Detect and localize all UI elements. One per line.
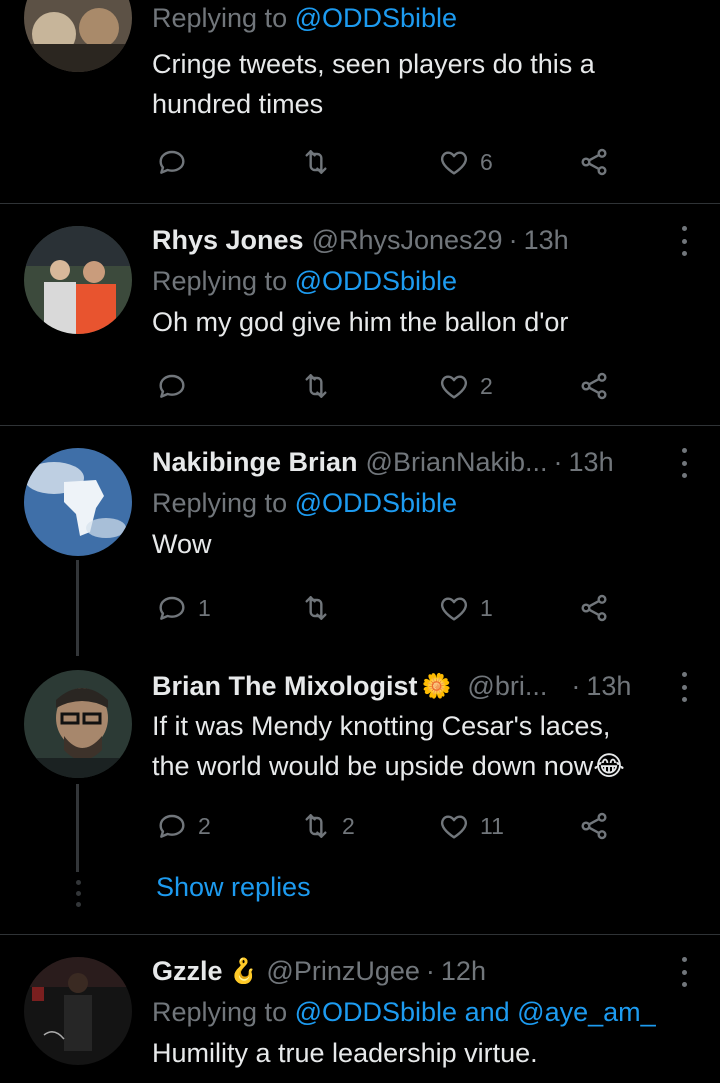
reply-button[interactable] bbox=[156, 142, 188, 182]
thread-line bbox=[76, 784, 79, 872]
avatar[interactable] bbox=[24, 957, 132, 1065]
tweet-header: Gzzle 🪝 @PrinzUgee · 12h bbox=[152, 951, 680, 991]
display-name[interactable]: Nakibinge Brian bbox=[152, 447, 358, 478]
tweet-header: Rhys Jones @RhysJones29 · 13h bbox=[152, 220, 680, 260]
share-icon bbox=[578, 146, 610, 178]
like-button[interactable]: 6 bbox=[438, 142, 493, 182]
more-icon[interactable] bbox=[674, 957, 694, 987]
reply-button[interactable]: 2 bbox=[156, 806, 211, 846]
retweet-button[interactable]: 2 bbox=[300, 806, 355, 846]
thread-ellipsis bbox=[74, 880, 82, 907]
timestamp[interactable]: 13h bbox=[586, 671, 631, 702]
reply-button[interactable]: 1 bbox=[156, 588, 211, 628]
thread-line bbox=[76, 560, 79, 656]
retweet-button[interactable] bbox=[300, 142, 332, 182]
tweet-1[interactable]: Rhys Jones @RhysJones29 · 13h Replying t… bbox=[0, 204, 720, 426]
reply-icon bbox=[156, 592, 188, 624]
like-button[interactable]: 11 bbox=[438, 806, 504, 846]
share-button[interactable] bbox=[578, 142, 610, 182]
timestamp[interactable]: 13h bbox=[524, 225, 569, 256]
reply-icon bbox=[156, 370, 188, 402]
user-handle[interactable]: @bri... bbox=[467, 671, 547, 702]
tweet-text: Wow bbox=[152, 529, 212, 559]
show-replies-link[interactable]: Show replies bbox=[156, 872, 311, 903]
avatar[interactable] bbox=[24, 226, 132, 334]
laughing-emoji-icon: 😂 bbox=[593, 751, 625, 781]
mention-link[interactable]: @ODDSbible bbox=[295, 488, 457, 518]
like-count: 11 bbox=[480, 812, 504, 839]
share-button[interactable] bbox=[578, 806, 610, 846]
like-icon bbox=[438, 810, 470, 842]
reply-icon bbox=[156, 146, 188, 178]
like-button[interactable]: 2 bbox=[438, 366, 493, 406]
like-button[interactable]: 1 bbox=[438, 588, 493, 628]
share-icon bbox=[578, 592, 610, 624]
retweet-icon bbox=[300, 810, 332, 842]
retweet-icon bbox=[300, 370, 332, 402]
mention-link[interactable]: @ODDSbible bbox=[295, 3, 457, 33]
retweet-icon bbox=[300, 146, 332, 178]
timestamp[interactable]: 13h bbox=[569, 447, 614, 478]
tweet-text: Oh my god give him the ballon d'or bbox=[152, 307, 569, 337]
replying-to: Replying to @ODDSbible bbox=[152, 3, 458, 33]
reply-count: 2 bbox=[198, 812, 211, 839]
tweet-text: Humility a true leadership virtue. bbox=[152, 1038, 538, 1068]
share-button[interactable] bbox=[578, 588, 610, 628]
mention-link[interactable]: @ODDSbible bbox=[295, 997, 457, 1027]
tweet-header: Nakibinge Brian @BrianNakib... · 13h bbox=[152, 442, 680, 482]
flower-emoji-icon: 🌼 bbox=[421, 672, 452, 700]
tweet-4[interactable]: Gzzle 🪝 @PrinzUgee · 12h Replying to @OD… bbox=[0, 935, 720, 1083]
replying-to: Replying to @ODDSbible and @aye_am_ bbox=[152, 997, 656, 1027]
tweet-text: If it was Mendy knotting Cesar's laces, … bbox=[152, 711, 625, 781]
avatar[interactable] bbox=[24, 670, 132, 778]
more-icon[interactable] bbox=[674, 448, 694, 478]
timestamp[interactable]: 12h bbox=[441, 956, 486, 987]
like-icon bbox=[438, 370, 470, 402]
share-button[interactable] bbox=[578, 366, 610, 406]
retweet-count: 2 bbox=[342, 812, 355, 839]
separator-dot: · bbox=[508, 224, 518, 255]
separator-dot: · bbox=[571, 670, 581, 701]
hook-emoji-icon: 🪝 bbox=[228, 957, 259, 985]
replying-to: Replying to @ODDSbible bbox=[152, 266, 458, 296]
like-count: 6 bbox=[480, 148, 493, 175]
separator-dot: · bbox=[425, 955, 435, 986]
more-icon[interactable] bbox=[674, 226, 694, 256]
share-icon bbox=[578, 810, 610, 842]
tweet-text: Cringe tweets, seen players do this a hu… bbox=[152, 49, 595, 119]
user-handle[interactable]: @BrianNakib... bbox=[366, 447, 548, 478]
mention-link[interactable]: @ODDSbible bbox=[295, 266, 457, 296]
like-count: 2 bbox=[480, 372, 493, 399]
avatar[interactable] bbox=[24, 448, 132, 556]
share-icon bbox=[578, 370, 610, 402]
display-name[interactable]: Brian The Mixologist bbox=[152, 671, 418, 702]
tweet-0[interactable]: Replying to @ODDSbible Cringe tweets, se… bbox=[0, 0, 720, 203]
user-handle[interactable]: @PrinzUgee bbox=[266, 956, 419, 987]
like-count: 1 bbox=[480, 594, 493, 621]
like-icon bbox=[438, 592, 470, 624]
tweet-header: Brian The Mixologist 🌼 @bri... · 13h bbox=[152, 666, 680, 706]
tweet-3[interactable]: Brian The Mixologist 🌼 @bri... · 13h If … bbox=[0, 648, 720, 934]
separator-dot: · bbox=[553, 446, 563, 477]
display-name[interactable]: Gzzle bbox=[152, 956, 223, 987]
avatar[interactable] bbox=[24, 0, 132, 72]
retweet-icon bbox=[300, 592, 332, 624]
user-handle[interactable]: @RhysJones29 bbox=[312, 225, 503, 256]
more-icon[interactable] bbox=[674, 672, 694, 702]
tweet-2[interactable]: Nakibinge Brian @BrianNakib... · 13h Rep… bbox=[0, 426, 720, 656]
reply-count: 1 bbox=[198, 594, 211, 621]
retweet-button[interactable] bbox=[300, 366, 332, 406]
reply-button[interactable] bbox=[156, 366, 188, 406]
like-icon bbox=[438, 146, 470, 178]
display-name[interactable]: Rhys Jones bbox=[152, 225, 304, 256]
mention-link-2[interactable]: @aye_am_ bbox=[517, 997, 655, 1027]
retweet-button[interactable] bbox=[300, 588, 332, 628]
replying-to: Replying to @ODDSbible bbox=[152, 488, 458, 518]
reply-icon bbox=[156, 810, 188, 842]
